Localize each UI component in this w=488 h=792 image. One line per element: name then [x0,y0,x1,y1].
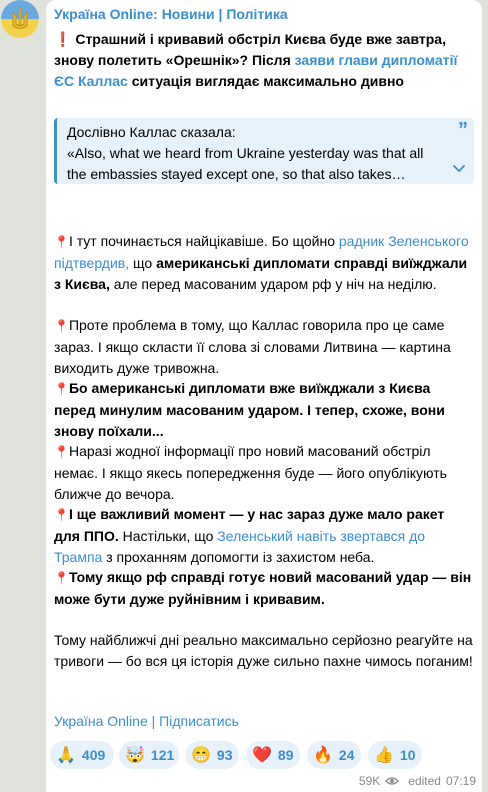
paragraph-2: 📍Проте проблема в тому, що Каллас говори… [54,315,474,379]
channel-name[interactable]: Україна Online: Новини | Політика [54,6,288,22]
heart-icon: ❤️ [252,747,272,764]
reaction-grin[interactable]: 😁 93 [185,741,239,769]
message-meta: 59K edited 07:19 [359,774,476,788]
reaction-thumbs-up[interactable]: 👍 10 [368,741,422,769]
headline: ❗ Страшний і кривавий обстріл Києва буде… [54,29,474,92]
paragraph-text: Тому якщо рф справді готує новий масован… [54,569,472,607]
view-count: 59K [358,774,381,788]
eye-icon [385,777,400,785]
paragraph-text: що [129,255,157,271]
subscribe-link[interactable]: Україна Online | Підписатись [54,713,239,729]
paragraph-text: Бо американські дипломати вже виїжджали … [54,380,445,439]
reaction-fire[interactable]: 🔥 24 [307,741,361,769]
quote-line: Дослівно Каллас сказала: [67,124,236,140]
thumbs-up-icon: 👍 [374,747,394,764]
reaction-count: 10 [399,747,416,763]
quote-icon: ” [458,119,468,141]
reaction-count: 93 [216,747,233,763]
pin-icon: 📍 [54,445,69,459]
message-time: 07:19 [445,774,476,788]
paragraph-text: Настільки, що [118,528,218,544]
pin-icon: 📍 [54,319,69,333]
paragraph-1: 📍І тут починається найцікавіше. Бо щойно… [54,231,474,295]
reaction-heart[interactable]: ❤️ 89 [246,741,300,769]
reaction-count: 24 [338,747,355,763]
flag-trident-icon [1,0,39,38]
quote-line: the embassies stayed except one, so that… [67,166,406,182]
paragraph-4: 📍Наразі жодної інформації про новий масо… [54,441,474,505]
reaction-mind-blown[interactable]: 🤯 121 [119,741,179,769]
edited-label: edited [408,774,441,788]
quote-line: «Also, what we heard from Ukraine yester… [67,145,424,161]
paragraph-3: 📍Бо американські дипломати вже виїжджали… [54,378,474,442]
headline-text-b: ситуація виглядає максимально дивно [127,73,404,89]
pin-icon: 📍 [54,508,69,522]
exclamation-icon: ❗ [54,31,72,47]
reaction-count: 409 [81,747,106,763]
channel-avatar[interactable] [1,0,39,38]
grin-icon: 😁 [191,747,211,764]
paragraph-text: І тут починається найцікавіше. Бо щойно [68,233,339,249]
paragraph-5: 📍І ще важливий момент — у нас зараз дуже… [54,504,474,568]
chevron-down-icon[interactable] [452,164,466,174]
pin-icon: 📍 [54,235,69,249]
paragraph-text: але перед масованим ударом рф у ніч на н… [109,276,437,292]
mind-blown-icon: 🤯 [125,747,145,764]
paragraph-text: з проханням допомогти із захистом неба. [102,549,375,565]
reaction-count: 121 [150,747,175,763]
paragraph-text: Наразі жодної інформації про новий масов… [54,443,447,502]
pin-icon: 📍 [54,571,69,585]
reaction-pray[interactable]: 🙏 409 [50,741,114,769]
fire-icon: 🔥 [313,747,333,764]
paragraph-7: Тому найближчі дні реально максимально с… [54,632,473,669]
paragraph-6: 📍Тому якщо рф справді готує новий масова… [54,567,474,610]
pin-icon: 📍 [54,382,69,396]
reaction-count: 89 [277,747,294,763]
pray-icon: 🙏 [56,747,76,764]
paragraph-text: Проте проблема в тому, що Каллас говорил… [54,317,451,376]
blockquote[interactable]: Дослівно Каллас сказала: «Also, what we … [54,118,474,184]
quote-text: Дослівно Каллас сказала: «Also, what we … [67,122,457,185]
